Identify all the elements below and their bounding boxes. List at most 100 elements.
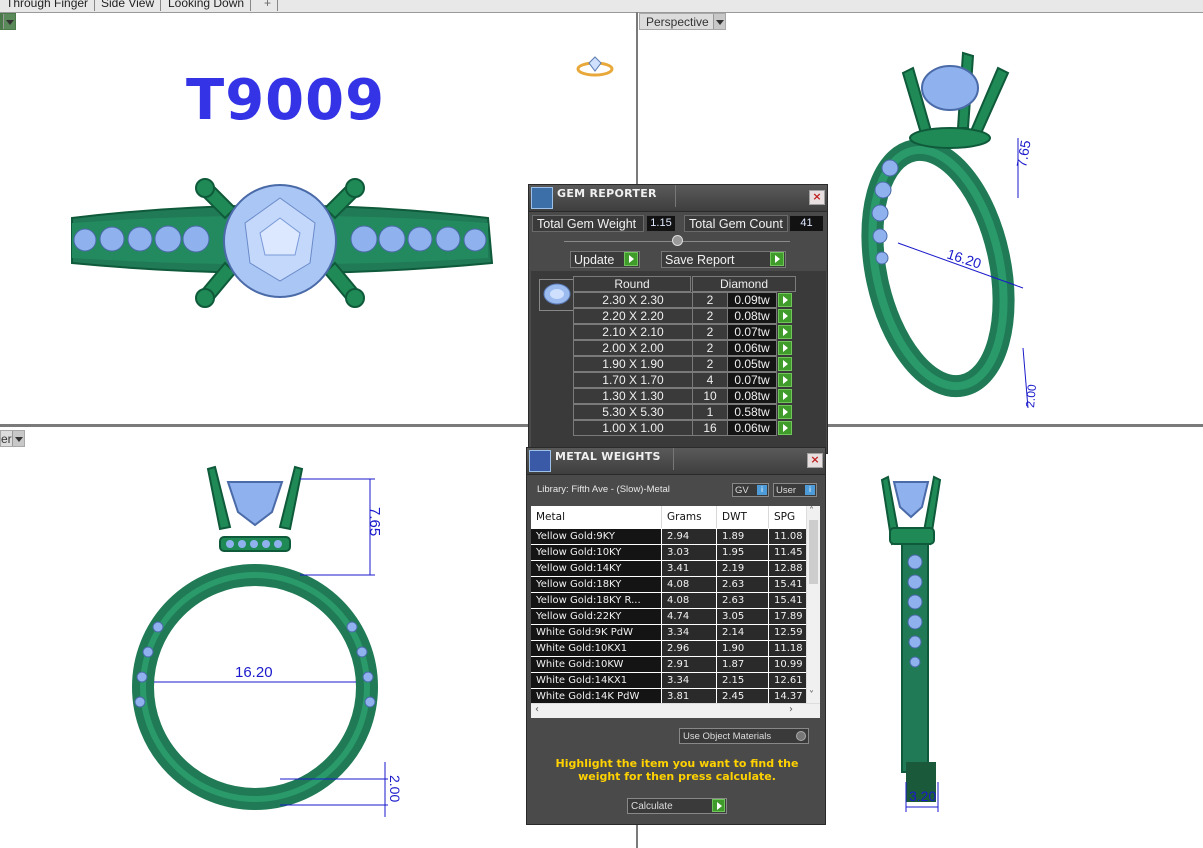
gem-row[interactable]: 2.30 X 2.30 2 0.09tw xyxy=(573,292,795,308)
gem-row-arrow-icon[interactable] xyxy=(778,373,792,387)
metal-row[interactable]: Yellow Gold:18KY R... 4.08 2.63 15.41 xyxy=(531,593,809,609)
metal-row[interactable]: White Gold:14KX1 3.34 2.15 12.61 xyxy=(531,673,809,689)
gem-size-cell: 1.00 X 1.00 xyxy=(573,420,693,436)
metal-dwt-cell: 2.14 xyxy=(717,625,768,640)
chevron-down-icon[interactable] xyxy=(713,14,725,29)
gem-row[interactable]: 1.70 X 1.70 4 0.07tw xyxy=(573,372,795,388)
metal-name-cell: White Gold:14K PdW xyxy=(531,689,661,704)
gem-size-cell: 2.00 X 2.00 xyxy=(573,340,693,356)
user-info-icon: i xyxy=(805,485,815,495)
gem-row[interactable]: 1.00 X 1.00 16 0.06tw xyxy=(573,420,795,436)
viewport-label-perspective[interactable]: Perspective xyxy=(639,13,726,30)
total-gem-count-value: 41 xyxy=(790,216,823,231)
gem-row[interactable]: 2.00 X 2.00 2 0.06tw xyxy=(573,340,795,356)
gem-slider-handle[interactable] xyxy=(672,235,683,246)
gem-weight-cell: 0.09tw xyxy=(727,292,777,308)
gem-row-arrow-icon[interactable] xyxy=(778,309,792,323)
ring-thumbnail-icon xyxy=(576,56,614,77)
metal-grams-cell: 3.34 xyxy=(662,673,716,688)
metal-weights-icon xyxy=(529,450,551,472)
close-icon[interactable]: × xyxy=(809,190,825,205)
tab-looking-down[interactable]: Looking Down xyxy=(162,0,252,11)
metal-name-cell: White Gold:10KX1 xyxy=(531,641,661,656)
radio-icon xyxy=(796,731,806,741)
tab-through-finger[interactable]: Through Finger xyxy=(0,0,96,11)
metal-spg-cell: 12.59 xyxy=(769,625,809,640)
update-arrow-icon xyxy=(624,252,638,266)
user-toggle[interactable]: User i xyxy=(773,483,817,497)
gv-info-icon: i xyxy=(757,485,767,495)
gem-row[interactable]: 2.10 X 2.10 2 0.07tw xyxy=(573,324,795,340)
scroll-down-icon[interactable]: ˅ xyxy=(809,690,814,701)
gem-weight-cell: 0.06tw xyxy=(727,340,777,356)
gem-weight-cell: 0.08tw xyxy=(727,308,777,324)
gem-row-arrow-icon[interactable] xyxy=(778,293,792,307)
scroll-up-icon[interactable]: ˄ xyxy=(809,506,814,517)
vertical-scroll-thumb[interactable] xyxy=(809,520,818,584)
metal-row[interactable]: White Gold:9K PdW 3.34 2.14 12.59 xyxy=(531,625,809,641)
grams-column-header[interactable]: Grams xyxy=(662,506,717,528)
gv-toggle[interactable]: GV i xyxy=(732,483,769,497)
metal-column-header[interactable]: Metal xyxy=(531,506,662,528)
metal-spg-cell: 15.41 xyxy=(769,577,809,592)
gem-weight-cell: 0.08tw xyxy=(727,388,777,404)
chevron-down-icon[interactable] xyxy=(12,431,24,446)
metal-row[interactable]: Yellow Gold:18KY 4.08 2.63 15.41 xyxy=(531,577,809,593)
use-object-materials-toggle[interactable]: Use Object Materials xyxy=(679,728,809,744)
metal-row[interactable]: White Gold:10KX1 2.96 1.90 11.18 xyxy=(531,641,809,657)
gem-row-arrow-icon[interactable] xyxy=(778,341,792,355)
gem-row[interactable]: 2.20 X 2.20 2 0.08tw xyxy=(573,308,795,324)
close-icon[interactable]: × xyxy=(807,453,823,468)
gem-reporter-titlebar[interactable]: GEM REPORTER × xyxy=(529,185,827,212)
save-arrow-icon xyxy=(770,252,784,266)
gem-row[interactable]: 1.30 X 1.30 10 0.08tw xyxy=(573,388,795,404)
dwt-column-header[interactable]: DWT xyxy=(717,506,769,528)
metal-row[interactable]: Yellow Gold:14KY 3.41 2.19 12.88 xyxy=(531,561,809,577)
calculate-button[interactable]: Calculate xyxy=(627,798,727,814)
metal-grams-cell: 3.41 xyxy=(662,561,716,576)
gem-row-arrow-icon[interactable] xyxy=(778,357,792,371)
metal-spg-cell: 11.45 xyxy=(769,545,809,560)
model-code-title: T9009 xyxy=(186,68,386,133)
spg-column-header[interactable]: SPG xyxy=(769,506,809,528)
gem-count-cell: 2 xyxy=(692,340,728,356)
gem-weight-cell: 0.05tw xyxy=(727,356,777,372)
metal-table-horizontal-scrollbar[interactable]: ‹ › xyxy=(531,703,820,718)
metal-weights-titlebar[interactable]: METAL WEIGHTS × xyxy=(527,448,825,475)
viewport-label-front[interactable]: er xyxy=(0,430,25,447)
metal-name-cell: Yellow Gold:18KY xyxy=(531,577,661,592)
metal-row[interactable]: Yellow Gold:9KY 2.94 1.89 11.08 xyxy=(531,529,809,545)
gem-type-header: Diamond xyxy=(692,276,796,292)
gem-size-cell: 2.30 X 2.30 xyxy=(573,292,693,308)
metal-grams-cell: 4.08 xyxy=(662,593,716,608)
gem-count-cell: 10 xyxy=(692,388,728,404)
gem-row[interactable]: 1.90 X 1.90 2 0.05tw xyxy=(573,356,795,372)
perspective-height-dimension: 7.65 xyxy=(1013,139,1034,169)
ring-perspective-view: 7.65 16.20 2.00 xyxy=(861,51,1039,408)
gem-row-arrow-icon[interactable] xyxy=(778,405,792,419)
gem-row-arrow-icon[interactable] xyxy=(778,389,792,403)
gem-size-cell: 1.30 X 1.30 xyxy=(573,388,693,404)
save-report-button[interactable]: Save Report xyxy=(661,251,786,268)
metal-table-vertical-scrollbar[interactable]: ˄ ˅ xyxy=(806,506,820,704)
tab-side-view[interactable]: Side View xyxy=(95,0,162,11)
metal-row[interactable]: Yellow Gold:22KY 4.74 3.05 17.89 xyxy=(531,609,809,625)
metal-grams-cell: 4.74 xyxy=(662,609,716,624)
scroll-left-icon[interactable]: ‹ xyxy=(535,704,539,715)
metal-row[interactable]: Yellow Gold:10KY 3.03 1.95 11.45 xyxy=(531,545,809,561)
add-tab-button[interactable]: + xyxy=(258,0,279,11)
viewport-menu-button[interactable] xyxy=(0,13,16,30)
metal-dwt-cell: 1.95 xyxy=(717,545,768,560)
metal-spg-cell: 12.88 xyxy=(769,561,809,576)
metal-dwt-cell: 2.63 xyxy=(717,593,768,608)
gem-row[interactable]: 5.30 X 5.30 1 0.58tw xyxy=(573,404,795,420)
metal-row[interactable]: White Gold:10KW 2.91 1.87 10.99 xyxy=(531,657,809,673)
update-button[interactable]: Update xyxy=(570,251,640,268)
scroll-right-icon[interactable]: › xyxy=(789,704,793,715)
gem-row-arrow-icon[interactable] xyxy=(778,325,792,339)
metal-spg-cell: 12.61 xyxy=(769,673,809,688)
gem-count-cell: 2 xyxy=(692,324,728,340)
round-diamond-icon xyxy=(539,279,575,311)
metal-grams-cell: 4.08 xyxy=(662,577,716,592)
gem-row-arrow-icon[interactable] xyxy=(778,421,792,435)
